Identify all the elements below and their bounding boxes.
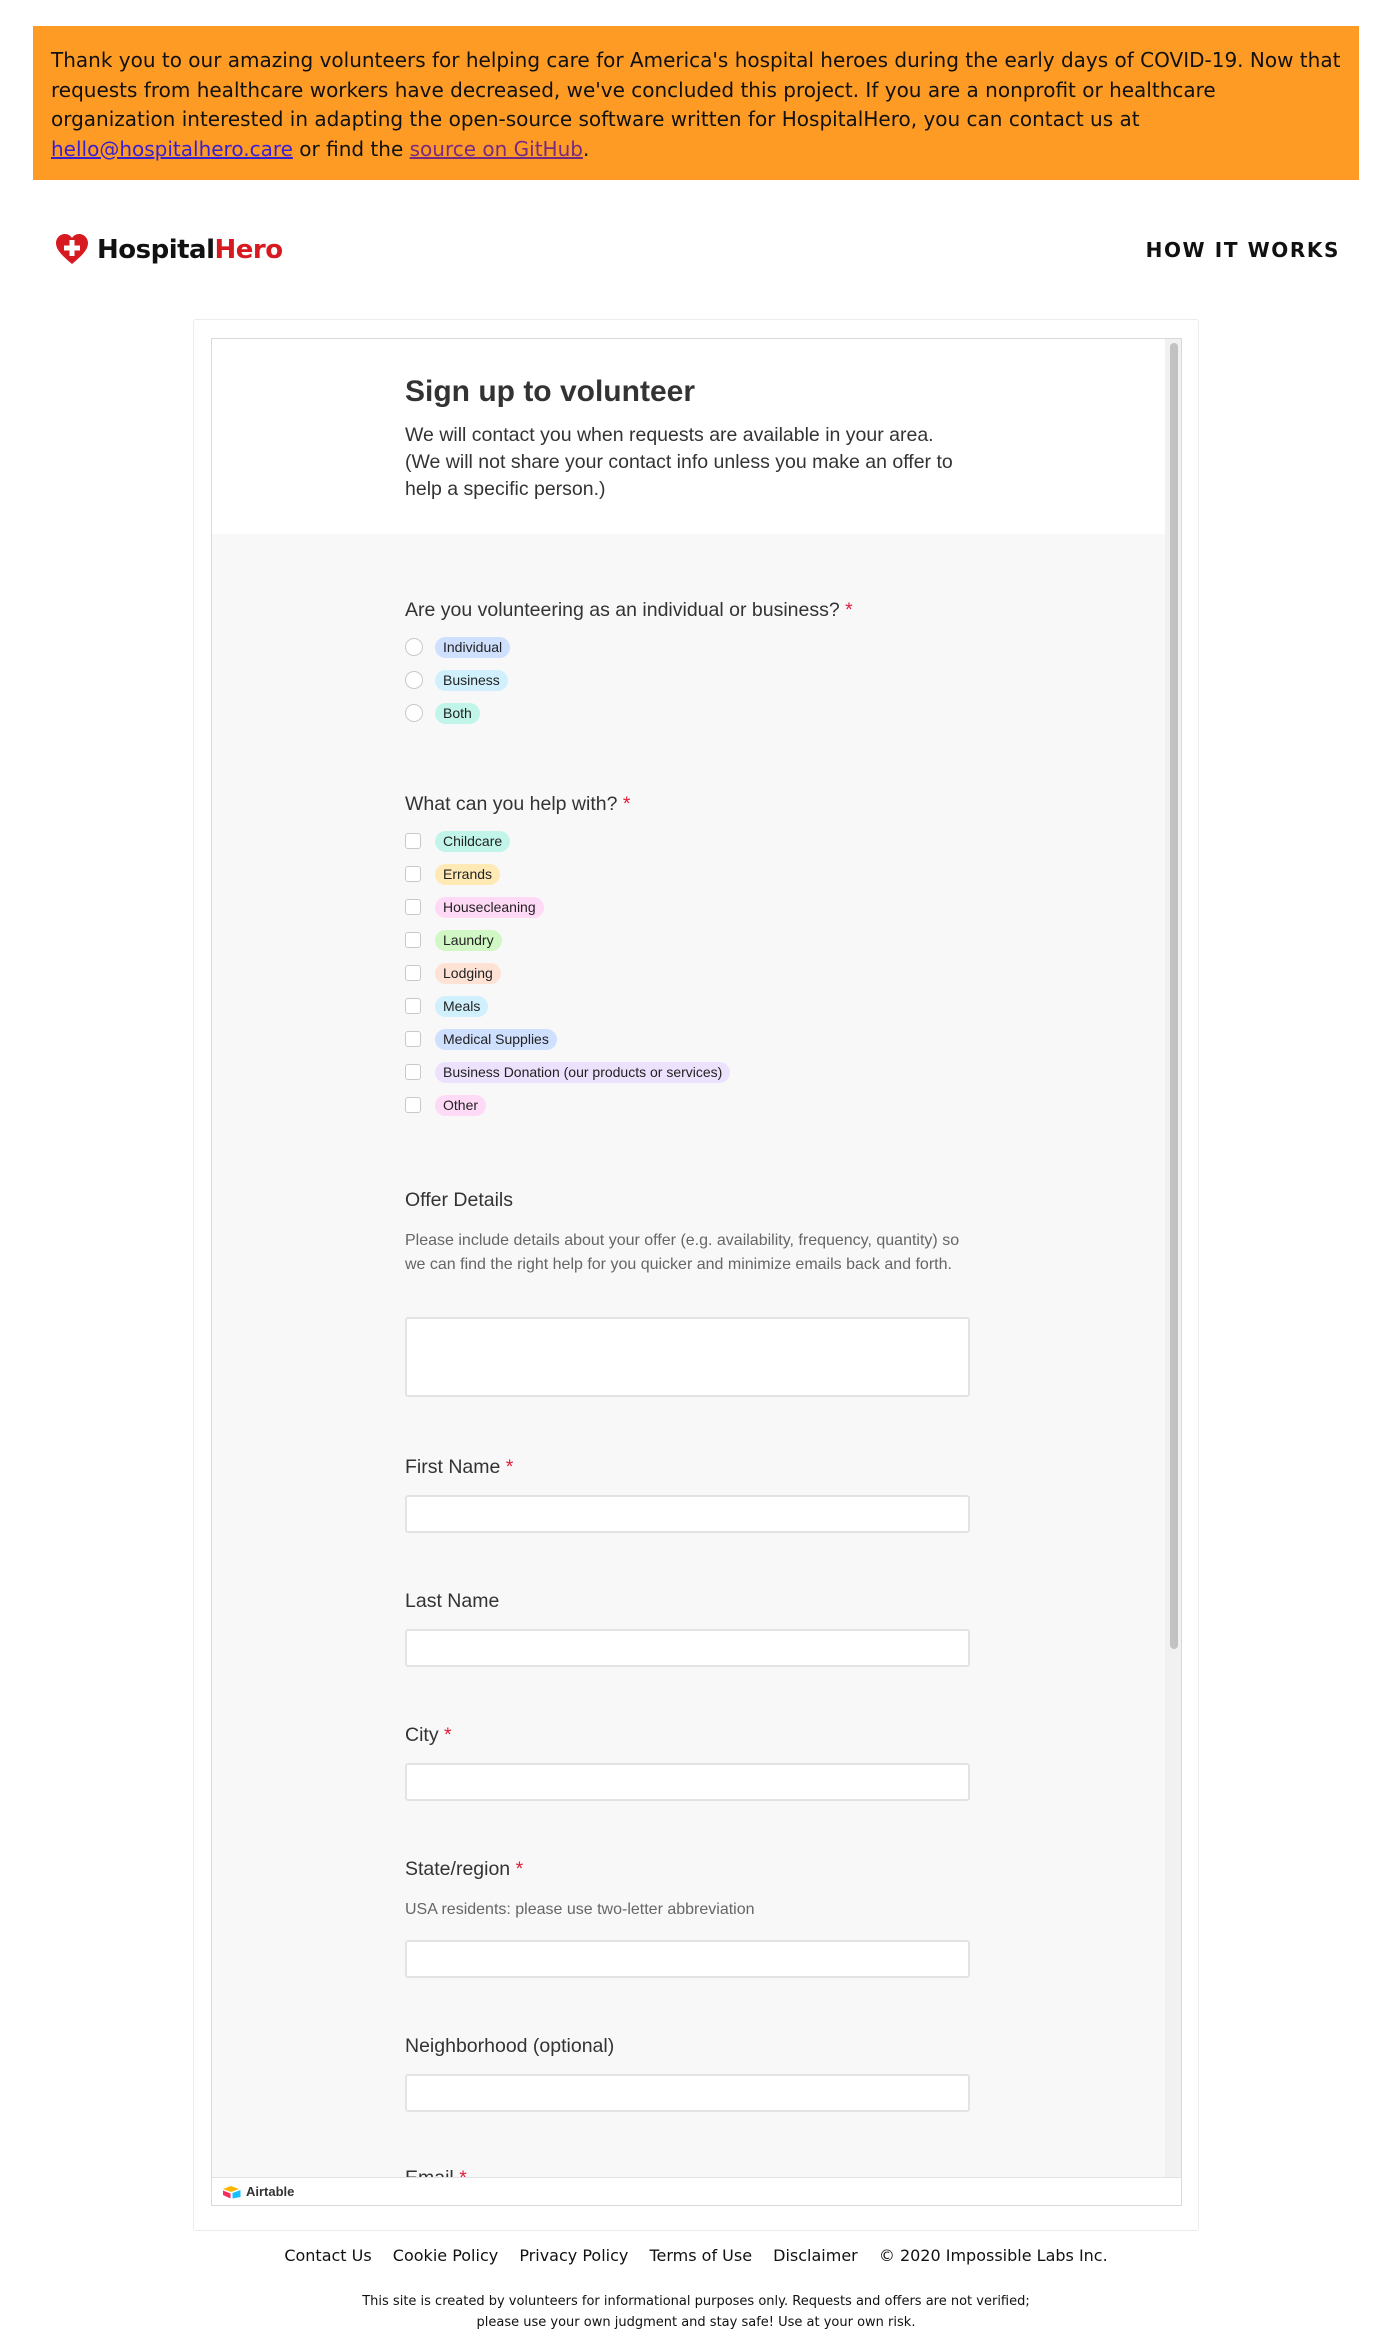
field-label-text: City bbox=[405, 1724, 439, 1746]
logo-wordmark: HospitalHero bbox=[97, 235, 283, 265]
option-label: Housecleaning bbox=[435, 896, 544, 918]
footer-copyright: © 2020 Impossible Labs Inc. bbox=[878, 2246, 1108, 2265]
checkbox-option-medical-supplies[interactable]: Medical Supplies bbox=[405, 1028, 557, 1050]
form-subtitle: We will contact you when requests are av… bbox=[405, 422, 985, 503]
option-label: Other bbox=[435, 1094, 487, 1116]
field-label-text: First Name bbox=[405, 1456, 501, 1478]
required-asterisk: * bbox=[505, 1456, 514, 1478]
checkbox-option-other[interactable]: Other bbox=[405, 1094, 487, 1116]
banner-text-end: . bbox=[582, 136, 590, 161]
checkbox[interactable] bbox=[405, 899, 421, 915]
option-label: Business bbox=[435, 669, 508, 691]
neighborhood-input[interactable] bbox=[405, 2074, 970, 2112]
footer-link-contact[interactable]: Contact Us bbox=[284, 2246, 371, 2265]
option-label: Lodging bbox=[435, 962, 501, 984]
project-concluded-banner: Thank you to our amazing volunteers for … bbox=[33, 26, 1359, 180]
radio-option-business[interactable]: Business bbox=[405, 669, 508, 691]
last-name-label: Last Name bbox=[405, 1590, 500, 1612]
checkbox[interactable] bbox=[405, 833, 421, 849]
first-name-input[interactable] bbox=[405, 1495, 970, 1533]
banner-text: Thank you to our amazing volunteers for … bbox=[51, 48, 1341, 131]
radio-button[interactable] bbox=[405, 638, 423, 656]
city-input[interactable] bbox=[405, 1763, 970, 1801]
form-title: Sign up to volunteer bbox=[405, 375, 695, 408]
checkbox[interactable] bbox=[405, 1031, 421, 1047]
question-label: What can you help with? bbox=[405, 793, 618, 815]
checkbox-option-meals[interactable]: Meals bbox=[405, 995, 489, 1017]
required-asterisk: * bbox=[444, 1724, 452, 1746]
scrollbar-track[interactable] bbox=[1165, 339, 1181, 2179]
airtable-form-embed: Sign up to volunteer We will contact you… bbox=[211, 338, 1182, 2206]
footer-disclaimer-note: This site is created by volunteers for i… bbox=[0, 2291, 1392, 2333]
required-asterisk: * bbox=[622, 793, 631, 815]
airtable-logo-icon bbox=[223, 2185, 241, 2198]
checkbox[interactable] bbox=[405, 965, 421, 981]
option-label: Medical Supplies bbox=[435, 1028, 557, 1050]
option-label: Individual bbox=[435, 636, 511, 658]
option-label: Laundry bbox=[435, 929, 502, 951]
airtable-label: Airtable bbox=[246, 2184, 295, 2199]
logo-text-hero: Hero bbox=[214, 235, 284, 265]
checkbox[interactable] bbox=[405, 1064, 421, 1080]
offer-details-label: Offer Details bbox=[405, 1189, 514, 1211]
radio-button[interactable] bbox=[405, 704, 423, 722]
nav-how-it-works[interactable]: HOW IT WORKS bbox=[1146, 238, 1340, 262]
footer-link-disclaimer[interactable]: Disclaimer bbox=[773, 2246, 858, 2265]
question-volunteer-type: Are you volunteering as an individual or… bbox=[405, 599, 853, 622]
checkbox-option-laundry[interactable]: Laundry bbox=[405, 929, 502, 951]
checkbox[interactable] bbox=[405, 866, 421, 882]
field-label-text: State/region bbox=[405, 1858, 511, 1880]
banner-text-middle: or find the bbox=[292, 136, 410, 161]
required-asterisk: * bbox=[515, 1858, 524, 1880]
form-subtitle-line1: We will contact you when requests are av… bbox=[405, 424, 934, 446]
offer-details-textarea[interactable] bbox=[405, 1317, 970, 1397]
checkbox-option-business-donation[interactable]: Business Donation (our products or servi… bbox=[405, 1061, 731, 1083]
state-input[interactable] bbox=[405, 1940, 970, 1978]
footer-link-privacy[interactable]: Privacy Policy bbox=[519, 2246, 628, 2265]
required-asterisk: * bbox=[845, 599, 853, 621]
footer-link-terms[interactable]: Terms of Use bbox=[649, 2246, 752, 2265]
checkbox[interactable] bbox=[405, 1097, 421, 1113]
checkbox-option-errands[interactable]: Errands bbox=[405, 863, 501, 885]
last-name-input[interactable] bbox=[405, 1629, 970, 1667]
option-label: Errands bbox=[435, 863, 501, 885]
hospitalhero-logo[interactable]: HospitalHero bbox=[55, 230, 283, 270]
option-label: Childcare bbox=[435, 830, 511, 852]
radio-button[interactable] bbox=[405, 671, 423, 689]
option-label: Business Donation (our products or servi… bbox=[435, 1061, 731, 1083]
radio-option-individual[interactable]: Individual bbox=[405, 636, 511, 658]
scrollbar-thumb[interactable] bbox=[1170, 343, 1178, 1649]
footer-note-line1: This site is created by volunteers for i… bbox=[362, 2294, 1030, 2309]
footer-links: Contact Us Cookie Policy Privacy Policy … bbox=[0, 2246, 1392, 2265]
radio-option-both[interactable]: Both bbox=[405, 702, 480, 724]
form-subtitle-line2: (We will not share your contact info unl… bbox=[405, 451, 953, 500]
github-link[interactable]: source on GitHub bbox=[410, 137, 583, 161]
airtable-footer[interactable]: Airtable bbox=[212, 2177, 1181, 2205]
state-description: USA residents: please use two-letter abb… bbox=[405, 1901, 755, 1918]
heart-cross-icon bbox=[56, 234, 88, 264]
neighborhood-label: Neighborhood (optional) bbox=[405, 2035, 615, 2057]
email-link[interactable]: hello@hospitalhero.care bbox=[51, 137, 293, 161]
footer-note-line2: please use your own judgment and stay sa… bbox=[476, 2315, 916, 2330]
option-label: Meals bbox=[435, 995, 489, 1017]
footer-link-cookie[interactable]: Cookie Policy bbox=[393, 2246, 498, 2265]
checkbox[interactable] bbox=[405, 932, 421, 948]
checkbox-option-lodging[interactable]: Lodging bbox=[405, 962, 501, 984]
first-name-label: First Name * bbox=[405, 1456, 513, 1479]
option-label: Both bbox=[435, 702, 480, 724]
city-label: City * bbox=[405, 1724, 452, 1747]
checkbox[interactable] bbox=[405, 998, 421, 1014]
question-label: Are you volunteering as an individual or… bbox=[405, 599, 840, 621]
question-help-with: What can you help with? * bbox=[405, 793, 630, 816]
logo-text-hospital: Hospital bbox=[97, 235, 215, 265]
checkbox-option-housecleaning[interactable]: Housecleaning bbox=[405, 896, 544, 918]
checkbox-option-childcare[interactable]: Childcare bbox=[405, 830, 511, 852]
offer-details-description: Please include details about your offer … bbox=[405, 1232, 960, 1273]
state-label: State/region * bbox=[405, 1858, 523, 1881]
